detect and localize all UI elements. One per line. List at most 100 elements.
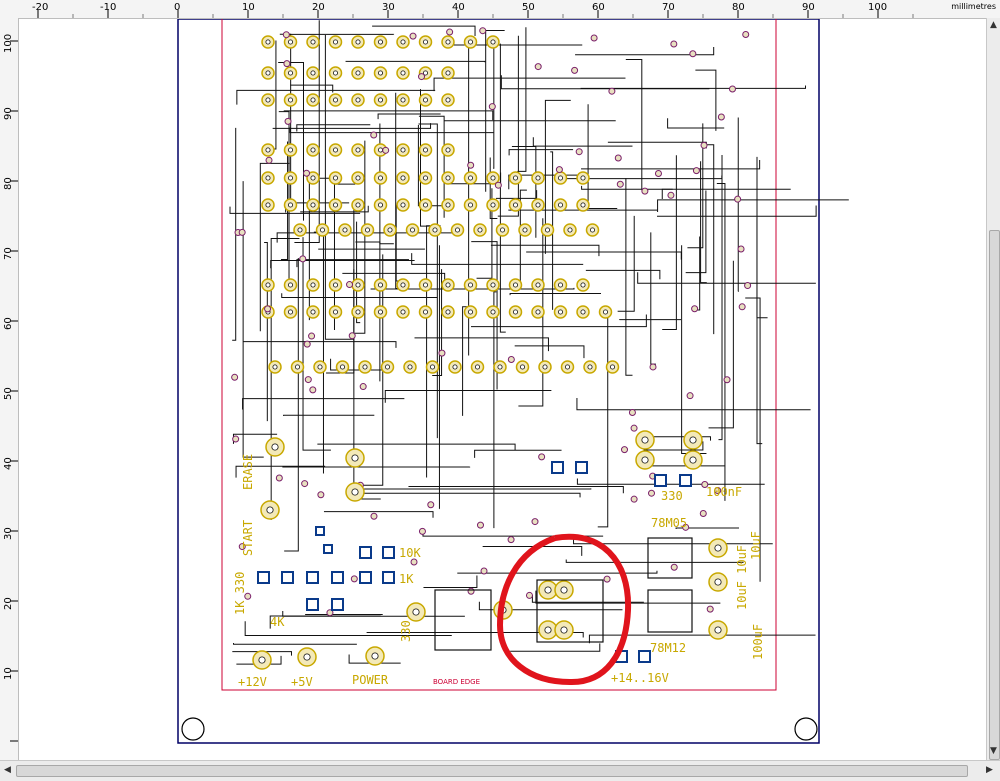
via	[318, 492, 324, 498]
pcb-trace	[282, 293, 438, 297]
pad-hole	[304, 654, 310, 660]
ruler-x-tick: 0	[174, 2, 180, 13]
pad-hole	[536, 283, 540, 287]
pad-hole	[500, 228, 504, 232]
pad-hole	[401, 203, 405, 207]
pad-hole	[333, 40, 337, 44]
pad-hole	[478, 228, 482, 232]
pad-hole	[356, 283, 360, 287]
pcb-trace	[757, 218, 768, 318]
pcb-canvas[interactable]: ERASE START 1K 330 10K 1K 4K 330 330 100…	[19, 19, 986, 760]
pad-hole	[378, 40, 382, 44]
label-board-edge: BOARD EDGE	[433, 678, 480, 686]
pcb-trace	[284, 415, 375, 416]
pad-hole	[266, 283, 270, 287]
via	[642, 188, 648, 194]
pad-hole	[365, 228, 369, 232]
via	[419, 528, 425, 534]
pcb-trace	[325, 35, 353, 339]
pad-hole	[401, 176, 405, 180]
pad-hole	[311, 148, 315, 152]
via	[480, 28, 486, 34]
pcb-trace	[526, 252, 681, 260]
via	[283, 32, 289, 38]
pad-hole	[468, 203, 472, 207]
pad-hole	[491, 310, 495, 314]
pad-hole	[352, 455, 358, 461]
pad-hole	[536, 310, 540, 314]
ruler-x-tick: 50	[522, 2, 535, 13]
pad-hole	[543, 365, 547, 369]
scroll-left-icon[interactable]: ◀	[4, 765, 11, 775]
via	[285, 118, 291, 124]
pad-hole	[446, 40, 450, 44]
pad-hole	[433, 228, 437, 232]
label-5v: +5V	[291, 675, 313, 689]
pcb-trace	[718, 155, 722, 440]
label-78m12: 78M12	[650, 641, 686, 655]
via	[439, 350, 445, 356]
via	[265, 306, 271, 312]
pad-hole	[558, 283, 562, 287]
via	[495, 182, 501, 188]
pad-hole	[453, 365, 457, 369]
via	[347, 282, 353, 288]
pad-hole	[311, 176, 315, 180]
via	[304, 170, 310, 176]
via	[738, 246, 744, 252]
via	[477, 522, 483, 528]
via	[701, 142, 707, 148]
pad-hole	[352, 489, 358, 495]
label-1k-330: 1K 330	[233, 572, 247, 615]
pad-hole	[475, 365, 479, 369]
via	[718, 114, 724, 120]
vertical-scroll-thumb[interactable]	[989, 230, 1000, 760]
pad-hole	[311, 71, 315, 75]
ruler-y-tick: 80	[3, 177, 14, 190]
square-pad	[316, 527, 324, 535]
pad-hole	[430, 365, 434, 369]
via	[650, 364, 656, 370]
pcb-trace	[284, 111, 493, 120]
via	[739, 304, 745, 310]
pad-hole	[446, 148, 450, 152]
via	[310, 387, 316, 393]
pad-hole	[401, 71, 405, 75]
vertical-ruler[interactable]: 100 90 80 70 60 50 40 30 20 10	[0, 18, 19, 760]
pad-hole	[311, 203, 315, 207]
ruler-x-tick: 20	[312, 2, 325, 13]
scroll-up-icon[interactable]: ▲	[990, 20, 997, 30]
vertical-scrollbar[interactable]: ▲ ▼	[986, 18, 1000, 760]
pad-hole	[340, 365, 344, 369]
pad-hole	[408, 365, 412, 369]
via	[481, 568, 487, 574]
ruler-x-tick: 90	[802, 2, 815, 13]
pad-hole	[491, 40, 495, 44]
pad-hole	[333, 148, 337, 152]
square-pad	[282, 572, 293, 583]
square-pad	[332, 572, 343, 583]
pad-hole	[259, 657, 265, 663]
pcb-trace	[608, 142, 706, 148]
pad-hole	[288, 310, 292, 314]
via	[447, 29, 453, 35]
pcb-trace	[581, 160, 760, 169]
pad-hole	[372, 653, 378, 659]
ruler-y-tick: 60	[3, 317, 14, 330]
scroll-down-icon[interactable]: ▼	[990, 746, 997, 756]
horizontal-ruler[interactable]: -20 -10 0 10 20 30 40 50 60 70 80 90 100…	[0, 0, 1000, 19]
pcb-trace	[657, 206, 816, 217]
pcb-trace	[346, 61, 485, 62]
pcb-trace	[581, 86, 806, 89]
scroll-right-icon[interactable]: ▶	[986, 765, 993, 775]
horizontal-scroll-thumb[interactable]	[16, 765, 968, 777]
pad-hole	[690, 457, 696, 463]
pcb-trace	[314, 232, 324, 473]
pad-hole	[295, 365, 299, 369]
horizontal-scrollbar[interactable]: ◀ ▶	[0, 760, 1000, 781]
label-power: POWER	[352, 673, 389, 687]
via	[629, 409, 635, 415]
pcb-trace	[501, 75, 709, 89]
pad-hole	[561, 587, 567, 593]
pcb-trace	[317, 444, 515, 450]
